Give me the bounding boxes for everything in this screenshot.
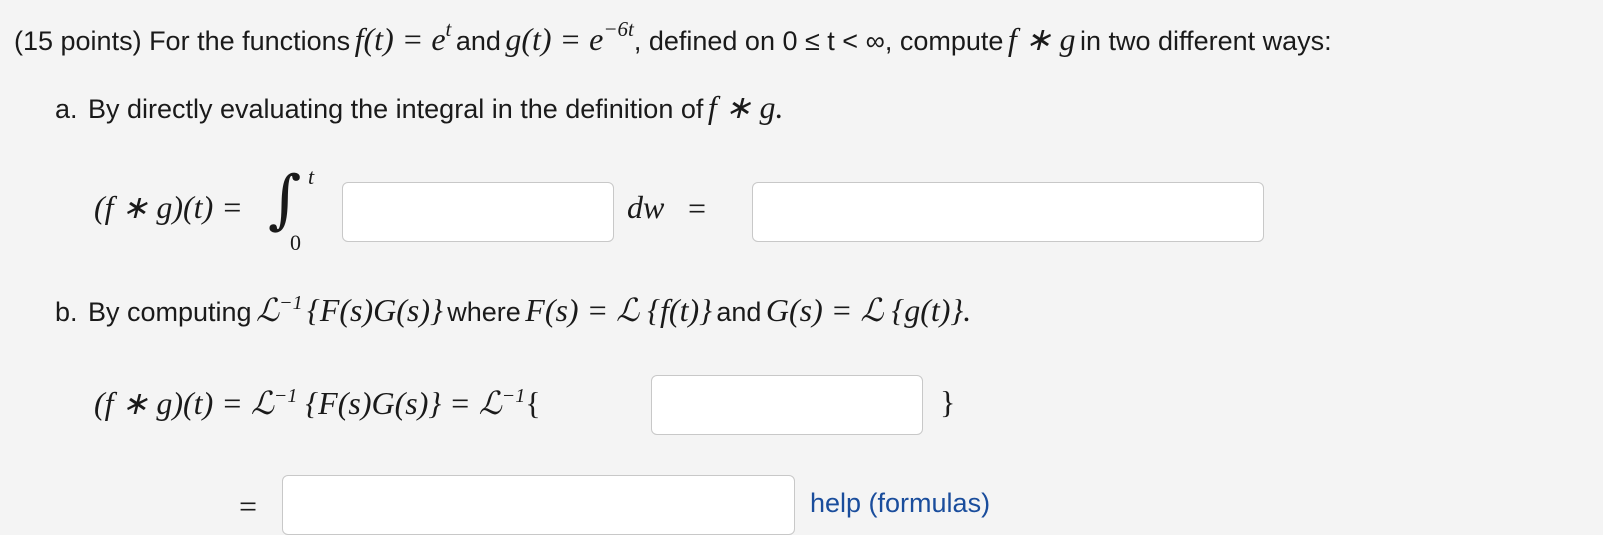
problem-tail: in two different ways: xyxy=(1080,26,1332,56)
laplace-inverse: ℒ−1 xyxy=(256,292,303,328)
integrand-input[interactable] xyxy=(342,182,614,242)
part-a-lhs: (f ∗ g)(t) = xyxy=(94,189,243,225)
help-formulas-link[interactable]: help (formulas) xyxy=(810,488,990,519)
laplace-product-input[interactable] xyxy=(651,375,923,435)
domain-text: , defined on 0 ≤ t < ∞, compute xyxy=(633,26,1004,56)
part-b-text: By computing xyxy=(87,297,252,327)
points-prefix: (15 points) For the functions xyxy=(14,26,351,56)
and-word: and xyxy=(455,26,501,56)
where-word: where xyxy=(447,297,521,327)
product-expression: {F(s)G(s)} xyxy=(307,292,443,328)
F-definition: F(s) = ℒ {f(t)} xyxy=(525,292,712,328)
G-definition: G(s) = ℒ {g(t)}. xyxy=(765,292,972,328)
part-a-equals: = xyxy=(688,190,707,226)
part-a-conv: f ∗ g. xyxy=(707,89,784,125)
part-b-heading: b. By computing ℒ−1 {F(s)G(s)} where F(s… xyxy=(55,291,971,329)
f-definition: f(t) = et xyxy=(354,17,452,58)
dw-label: dw xyxy=(627,189,665,225)
part-a-heading: a. By directly evaluating the integral i… xyxy=(55,88,784,126)
open-brace: { xyxy=(525,385,541,421)
integral-lower-limit: 0 xyxy=(290,230,301,255)
part-b-final-equals: = xyxy=(239,488,258,524)
part-a-text: By directly evaluating the integral in t… xyxy=(87,94,704,124)
integral-sign: ∫ xyxy=(268,163,302,237)
g-definition: g(t) = e−6t xyxy=(505,17,634,58)
part-a-label: a. xyxy=(55,94,78,124)
close-brace: } xyxy=(940,384,956,420)
part-b-line2: (f ∗ g)(t) = ℒ−1 {F(s)G(s)} = ℒ−1{ xyxy=(94,385,541,421)
part-b-label: b. xyxy=(55,297,78,327)
integral-upper-limit: t xyxy=(308,164,315,189)
convolution-symbol: f ∗ g xyxy=(1007,21,1076,57)
part-a-result-input[interactable] xyxy=(752,182,1264,242)
problem-statement: (15 points) For the functions f(t) = et … xyxy=(14,17,1332,58)
part-b-result-input[interactable] xyxy=(282,475,795,535)
part-b-and-word: and xyxy=(716,297,762,327)
